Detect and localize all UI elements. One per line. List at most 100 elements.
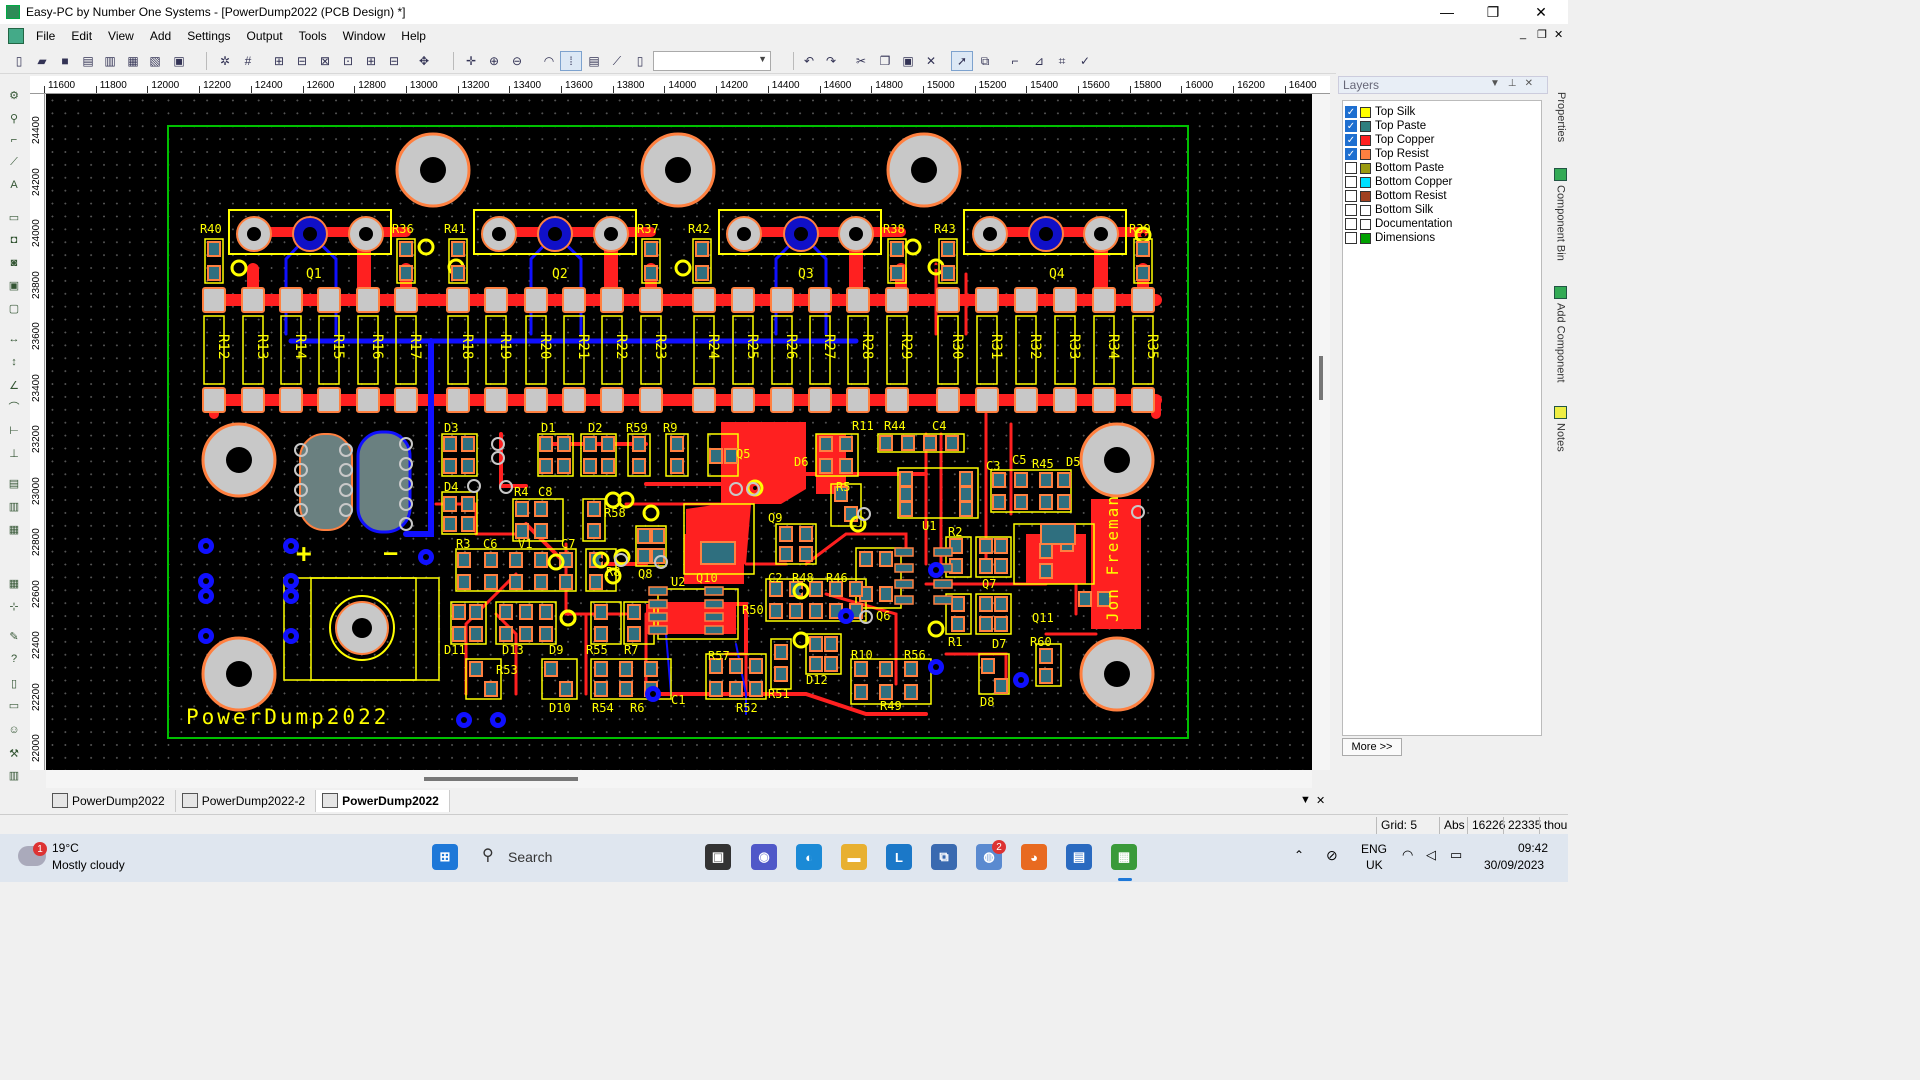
weather-desc[interactable]: Mostly cloudy: [52, 858, 125, 872]
layer-color-swatch[interactable]: [1360, 218, 1371, 230]
resistor-r29[interactable]: R29: [885, 287, 914, 413]
layer-color-swatch[interactable]: [1360, 232, 1371, 244]
multi-select-icon[interactable]: ⧉: [976, 52, 994, 70]
language[interactable]: ENG: [1361, 842, 1387, 856]
add-component-icon[interactable]: ⚙: [5, 86, 23, 104]
wifi-icon[interactable]: ◠: [1402, 847, 1413, 863]
resistor-r35[interactable]: R35: [1131, 287, 1160, 413]
layer-checkbox[interactable]: [1345, 190, 1357, 202]
delete-icon[interactable]: ✕: [922, 52, 940, 70]
pan-icon[interactable]: ✛: [462, 52, 480, 70]
move-icon[interactable]: ✥: [415, 52, 433, 70]
layer-row[interactable]: Dimensions: [1345, 231, 1435, 245]
resistor-r25[interactable]: R25: [731, 287, 760, 413]
dimension-angle-icon[interactable]: ∠: [5, 376, 23, 394]
layer-color-swatch[interactable]: [1360, 148, 1371, 160]
layer-color-swatch[interactable]: [1360, 134, 1371, 146]
new-file-icon[interactable]: ▯: [10, 52, 28, 70]
easy-pc-icon[interactable]: ▦: [1111, 844, 1137, 870]
resistor-r32[interactable]: R32: [1014, 287, 1043, 413]
cut-icon[interactable]: ✂: [852, 52, 870, 70]
resistor-r16[interactable]: R16: [356, 287, 385, 413]
weather-temp[interactable]: 19°C: [52, 841, 79, 855]
probe-icon[interactable]: ⟋: [608, 52, 626, 70]
start-icon[interactable]: ⊞: [432, 844, 458, 870]
chevron-up-icon[interactable]: ⌃: [1294, 848, 1304, 862]
menu-tools[interactable]: Tools: [291, 29, 335, 43]
resistor-r41[interactable]: R41: [444, 222, 468, 284]
layer-checkbox[interactable]: [1345, 232, 1357, 244]
dimension-icon[interactable]: ⊢: [5, 421, 23, 439]
grid-icon[interactable]: #: [239, 52, 257, 70]
resistor-r18[interactable]: R18: [446, 287, 475, 413]
resistor-r14[interactable]: R14: [279, 287, 308, 413]
user-icon[interactable]: ☺: [5, 721, 23, 739]
vertical-scroll-thumb[interactable]: [1319, 356, 1323, 400]
tool-icon[interactable]: ⚒: [5, 744, 23, 762]
clock-time[interactable]: 09:42: [1518, 841, 1548, 855]
resistor-r42[interactable]: R42: [688, 222, 712, 284]
edit-icon[interactable]: ✎: [5, 627, 23, 645]
menu-file[interactable]: File: [28, 29, 63, 43]
firefox-icon[interactable]: ◕: [1021, 844, 1047, 870]
menu-output[interactable]: Output: [239, 29, 291, 43]
resistor-r15[interactable]: R15: [317, 287, 346, 413]
layer-group-icon[interactable]: ▦: [5, 520, 23, 538]
close-button[interactable]: ✕: [1518, 0, 1564, 24]
teams-icon[interactable]: ◉: [751, 844, 777, 870]
layer-row[interactable]: Documentation: [1345, 217, 1452, 231]
resistor-r33[interactable]: R33: [1053, 287, 1082, 413]
search-label[interactable]: Search: [508, 849, 552, 865]
menu-add[interactable]: Add: [142, 29, 179, 43]
resistor-r19[interactable]: R19: [484, 287, 513, 413]
align-middle-icon[interactable]: ⊞: [362, 52, 380, 70]
ruler-icon[interactable]: ⊥: [5, 444, 23, 462]
print-icon[interactable]: ▧: [146, 52, 164, 70]
zoom-out-icon[interactable]: ⊖: [508, 52, 526, 70]
more-button[interactable]: More >>: [1342, 738, 1402, 756]
network-off-icon[interactable]: ⊘: [1326, 847, 1338, 864]
menu-window[interactable]: Window: [335, 29, 394, 43]
layer-row[interactable]: Bottom Paste: [1345, 161, 1444, 175]
resistor-r12[interactable]: R12: [202, 287, 231, 413]
align-bottom-icon[interactable]: ⊟: [385, 52, 403, 70]
app-l-icon[interactable]: L: [886, 844, 912, 870]
panel-controls[interactable]: ▼⊥✕: [1490, 78, 1541, 89]
auto-route-icon[interactable]: ⌗: [1053, 52, 1071, 70]
layer-color-swatch[interactable]: [1360, 176, 1371, 188]
menu-help[interactable]: Help: [393, 29, 434, 43]
add-text-icon[interactable]: A: [5, 176, 23, 194]
component-icon[interactable]: ▦: [124, 52, 142, 70]
volume-icon[interactable]: ◁: [1426, 847, 1436, 863]
layer-row[interactable]: ✓ Top Paste: [1345, 119, 1426, 133]
document-icon[interactable]: [8, 27, 24, 44]
snap-icon[interactable]: ⊹: [5, 597, 23, 615]
clock-date[interactable]: 30/09/2023: [1484, 858, 1544, 872]
resistor-r22[interactable]: R22: [600, 287, 629, 413]
add-area-icon[interactable]: ▣: [5, 276, 23, 294]
layer-checkbox[interactable]: ✓: [1345, 134, 1357, 146]
tabs-close-icon[interactable]: ✕: [1316, 794, 1325, 807]
resistor-r21[interactable]: R21: [562, 287, 591, 413]
battery-icon[interactable]: ▭: [1450, 847, 1462, 863]
query-icon[interactable]: ?: [5, 650, 23, 668]
layer-row[interactable]: Bottom Resist: [1345, 189, 1447, 203]
dimension-vertical-icon[interactable]: ↕: [5, 353, 23, 371]
resistor-r24[interactable]: R24: [692, 287, 721, 413]
tab-powerdump2022-schematic[interactable]: PowerDump2022: [46, 790, 176, 812]
zoom-in-icon[interactable]: ⊕: [485, 52, 503, 70]
pointer-icon[interactable]: ➚: [953, 52, 971, 70]
layer-row[interactable]: ✓ Top Resist: [1345, 147, 1429, 161]
page-icon[interactable]: ▭: [5, 696, 23, 714]
resistor-r17[interactable]: R17: [394, 287, 423, 413]
layer-settings-icon[interactable]: ▤: [585, 52, 603, 70]
add-line-icon[interactable]: ⟋: [5, 153, 23, 171]
vertical-scrollbar[interactable]: [1312, 94, 1330, 770]
layer-row[interactable]: Bottom Silk: [1345, 203, 1433, 217]
menu-edit[interactable]: Edit: [63, 29, 100, 43]
side-tab-component-bin[interactable]: Component Bin: [1551, 168, 1567, 261]
dimension-radius-icon[interactable]: ⌒: [5, 398, 23, 416]
layer-color-swatch[interactable]: [1360, 106, 1371, 118]
horizontal-scrollbar[interactable]: [46, 770, 1312, 788]
undo-icon[interactable]: ↶: [800, 52, 818, 70]
